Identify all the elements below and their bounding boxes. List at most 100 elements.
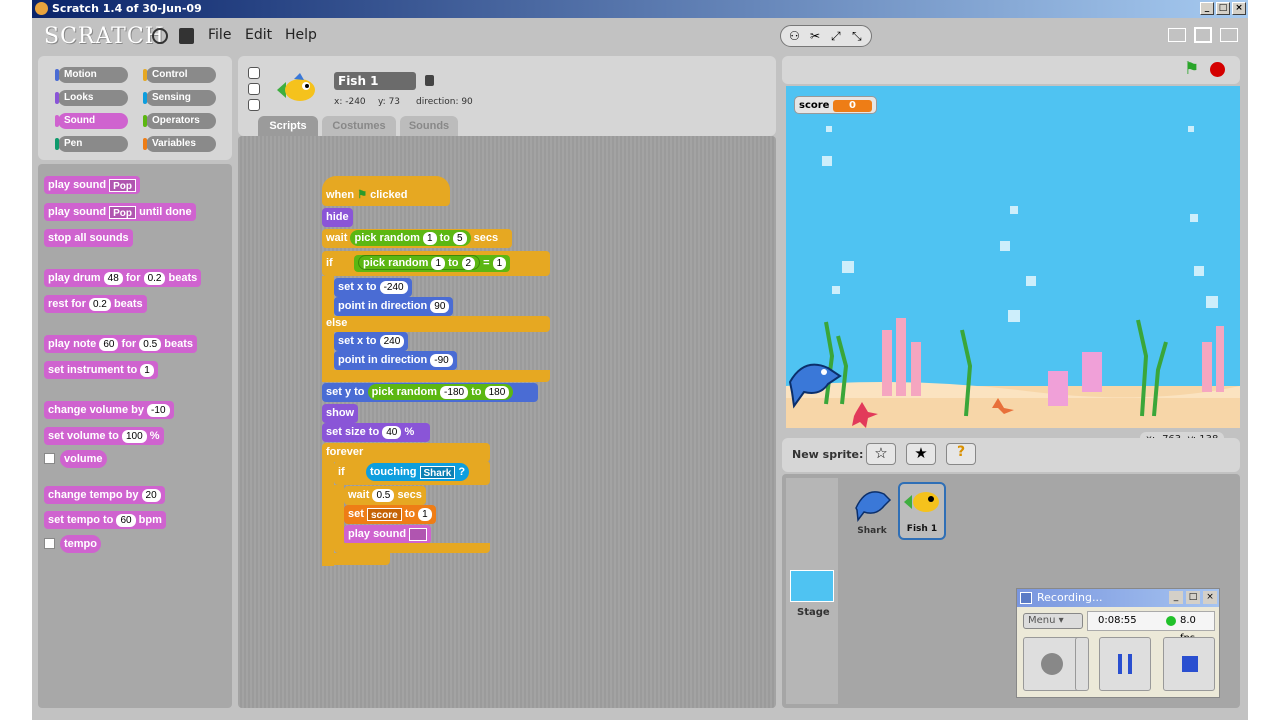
delete-icon[interactable]: ✂ (810, 29, 820, 43)
block-set-size[interactable]: set size to 40 % (322, 423, 430, 442)
category-variables[interactable]: Variables (143, 136, 216, 152)
pause-icon (1118, 654, 1132, 674)
category-pen[interactable]: Pen (55, 136, 128, 152)
block-set-variable[interactable]: set score to 1 (344, 505, 436, 524)
block-set-x[interactable]: set x to -240 (334, 278, 412, 297)
block-set-y[interactable]: set y to pick random -180 to 180 (322, 383, 538, 402)
save-icon[interactable] (179, 28, 194, 44)
forever-end (322, 553, 390, 565)
sprite-name-fish-1: Fish 1 (906, 524, 938, 534)
block-set-volume[interactable]: set volume to 100 % (44, 427, 164, 445)
paint-sprite-icon[interactable]: ☆ (866, 443, 896, 465)
menu-edit[interactable]: Edit (245, 27, 272, 43)
block-play-sound-script[interactable]: play sound (344, 525, 432, 544)
sprite-thumb-shark[interactable]: Shark (850, 482, 894, 540)
scratch-cat-icon (35, 2, 48, 15)
menu-file[interactable]: File (208, 27, 231, 43)
block-point-direction[interactable]: point in direction 90 (334, 297, 454, 316)
block-stop-all-sounds[interactable]: stop all sounds (44, 229, 133, 247)
category-looks[interactable]: Looks (55, 90, 128, 106)
block-change-tempo[interactable]: change tempo by 20 (44, 486, 165, 504)
block-show[interactable]: show (322, 404, 359, 423)
category-control[interactable]: Control (143, 67, 216, 83)
block-play-sound[interactable]: play sound Pop (44, 176, 141, 194)
stop-recording-button[interactable] (1163, 637, 1215, 691)
rotate-all-icon[interactable] (248, 67, 260, 79)
duplicate-icon[interactable]: ⚇ (789, 29, 800, 43)
block-set-instrument[interactable]: set instrument to 1 (44, 361, 158, 379)
presentation-icon[interactable] (1220, 28, 1238, 42)
sensing-touching[interactable]: touching Shark ? (366, 463, 470, 481)
close-button[interactable]: × (1232, 2, 1246, 15)
choose-sprite-icon[interactable]: ★ (906, 443, 936, 465)
if-inner-end (334, 543, 490, 553)
recorder-window: Recording... _ □ × Menu ▾ 0:08:55 8.0 fp… (1016, 588, 1220, 698)
block-rest-for[interactable]: rest for 0.2 beats (44, 295, 147, 313)
grow-icon[interactable]: ⤢ (831, 29, 841, 44)
recorder-status: 0:08:55 8.0 fps (1087, 611, 1215, 644)
no-rotate-icon[interactable] (248, 99, 260, 111)
recorder-maximize[interactable]: □ (1186, 591, 1200, 604)
maximize-button[interactable]: □ (1216, 2, 1230, 15)
block-hide[interactable]: hide (322, 208, 353, 227)
sprite-thumb-fish-1[interactable]: Fish 1 (898, 482, 946, 540)
stop-icon[interactable] (1210, 62, 1225, 77)
category-sound[interactable]: Sound (55, 113, 128, 129)
tab-sounds[interactable]: Sounds (400, 116, 458, 136)
random-sprite-icon[interactable]: ? (946, 443, 976, 465)
block-change-volume[interactable]: change volume by -10 (44, 401, 174, 419)
block-wait-2[interactable]: wait 0.5 secs (344, 486, 426, 505)
block-volume-reporter[interactable]: volume (60, 450, 107, 468)
tab-costumes[interactable]: Costumes (322, 116, 396, 136)
menu-help[interactable]: Help (285, 27, 317, 43)
block-tempo-reporter[interactable]: tempo (60, 535, 101, 553)
forever-arm (322, 460, 334, 566)
shark-sprite[interactable] (786, 352, 844, 418)
flip-icon[interactable] (248, 83, 260, 95)
block-wait[interactable]: wait pick random 1 to 5 secs (322, 229, 512, 248)
green-flag-icon[interactable]: ⚑ (1184, 59, 1199, 79)
category-motion[interactable]: Motion (55, 67, 128, 83)
hat-when-flag-clicked[interactable]: when ⚑ clicked (322, 176, 450, 206)
shrink-icon[interactable]: ⤡ (852, 29, 862, 44)
stage[interactable]: score 0 (786, 86, 1240, 428)
aquarium-backdrop (786, 126, 1240, 428)
recording-indicator-icon (1166, 616, 1176, 626)
block-point-direction-2[interactable]: point in direction -90 (334, 351, 457, 370)
tab-scripts[interactable]: Scripts (258, 116, 318, 136)
else-label: else (322, 316, 550, 332)
recorder-close[interactable]: × (1203, 591, 1217, 604)
block-play-drum[interactable]: play drum 48 for 0.2 beats (44, 269, 202, 287)
pause-button[interactable] (1099, 637, 1151, 691)
sprite-y: y: 73 (378, 97, 401, 107)
record-options-dropdown[interactable] (1075, 637, 1089, 691)
recorder-menu[interactable]: Menu ▾ (1023, 613, 1083, 629)
record-icon (1041, 653, 1063, 675)
category-sensing[interactable]: Sensing (143, 90, 216, 106)
scripts-area[interactable] (238, 136, 776, 708)
stop-square-icon (1182, 656, 1198, 672)
stage-thumbnail[interactable] (790, 570, 834, 602)
block-set-x-2[interactable]: set x to 240 (334, 332, 409, 351)
block-forever[interactable]: forever (322, 443, 490, 462)
window-titlebar: Scratch 1.4 of 30-Jun-09 _ □ × (32, 0, 1248, 18)
small-stage-icon[interactable] (1168, 28, 1186, 42)
block-play-sound-until-done[interactable]: play sound Pop until done (44, 203, 196, 221)
category-operators[interactable]: Operators (143, 113, 216, 129)
new-sprite-label: New sprite: (792, 448, 864, 461)
block-play-note[interactable]: play note 60 for 0.5 beats (44, 335, 197, 353)
category-selector: Motion Control Looks Sensing Sound Opera… (38, 56, 232, 160)
recorder-minimize[interactable]: _ (1169, 591, 1183, 604)
sprite-name-field[interactable]: Fish 1 (334, 72, 416, 90)
tool-buttons: ⚇ ✂ ⤢ ⤡ (780, 25, 872, 47)
globe-icon[interactable] (152, 28, 168, 44)
minimize-button[interactable]: _ (1200, 2, 1214, 15)
scratch-logo: SCRATCH (44, 24, 165, 49)
record-button[interactable] (1023, 637, 1081, 691)
normal-stage-icon[interactable] (1194, 27, 1212, 43)
volume-checkbox[interactable] (44, 453, 55, 464)
operator-equals[interactable]: pick random 1 to 2 = 1 (354, 255, 511, 272)
block-set-tempo[interactable]: set tempo to 60 bpm (44, 511, 166, 529)
lock-icon[interactable] (425, 75, 434, 86)
tempo-checkbox[interactable] (44, 538, 55, 549)
